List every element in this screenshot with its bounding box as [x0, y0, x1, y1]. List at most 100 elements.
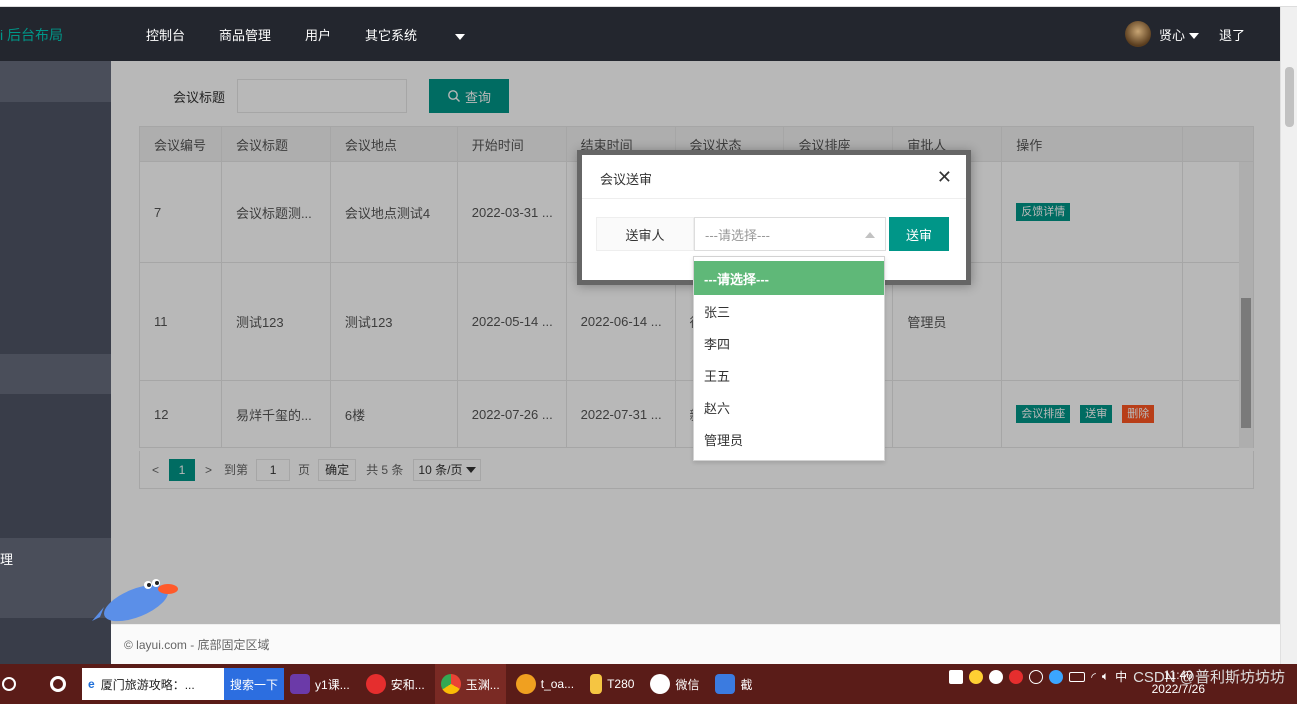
- meeting-title-input[interactable]: [237, 79, 407, 113]
- option-placeholder[interactable]: ---请选择---: [694, 261, 884, 295]
- option-lisi[interactable]: 李四: [694, 327, 884, 359]
- table-scrollbar[interactable]: [1239, 162, 1253, 448]
- page-scrollbar-thumb[interactable]: [1285, 67, 1294, 127]
- taskbar-app[interactable]: t_oa...: [510, 664, 580, 704]
- top-nav: 控制台 商品管理 用户 其它系统: [146, 25, 499, 44]
- nav-users[interactable]: 用户: [305, 25, 331, 44]
- cell-title: 易烊千玺的...: [222, 381, 331, 447]
- nav-console[interactable]: 控制台: [146, 25, 185, 44]
- taskbar-app-label: 安和...: [390, 677, 425, 692]
- option-admin[interactable]: 管理员: [694, 423, 884, 455]
- reviewer-dropdown: ---请选择--- 张三 李四 王五 赵六 管理员: [693, 256, 885, 461]
- search-circle-icon[interactable]: [2, 677, 16, 691]
- cell-start: 2022-05-14 ...: [458, 263, 567, 380]
- sidebar-item-2[interactable]: [0, 354, 111, 394]
- seat-arrangement-button[interactable]: 会议排座: [1016, 405, 1071, 423]
- search-label: 会议标题: [173, 89, 226, 105]
- submit-review-button[interactable]: 送审: [1080, 405, 1113, 423]
- total-count: 共 5 条: [366, 463, 404, 477]
- cell-id: 11: [140, 263, 222, 380]
- cell-place: 测试123: [331, 263, 458, 380]
- col-header: 会议标题: [222, 127, 331, 161]
- cell-title: 会议标题测...: [222, 162, 331, 262]
- clock[interactable]: 11:40 2022/7/26: [1152, 668, 1205, 696]
- reviewer-select[interactable]: ---请选择---: [694, 217, 886, 251]
- reviewer-label: 送审人: [596, 217, 694, 251]
- cell-title: 测试123: [222, 263, 331, 380]
- next-page-button[interactable]: >: [205, 463, 212, 477]
- dialog-title: 会议送审: [600, 172, 653, 187]
- logout-link[interactable]: 退了: [1219, 25, 1245, 44]
- clock-time: 11:40: [1163, 668, 1193, 682]
- cortana-icon[interactable]: [50, 676, 66, 692]
- sidebar: 理: [0, 61, 111, 664]
- shield-icon[interactable]: [949, 669, 964, 684]
- goto-page-input[interactable]: 1: [256, 458, 291, 481]
- query-button-label: 查询: [464, 89, 491, 105]
- submit-review-confirm-button[interactable]: 送审: [889, 217, 949, 251]
- app-logo[interactable]: i 后台布局: [0, 25, 63, 45]
- prev-page-button[interactable]: <: [152, 463, 159, 477]
- app-icon: [515, 674, 536, 694]
- cloud-icon[interactable]: [1029, 669, 1044, 684]
- taskbar-app-label: 厦门旅游攻略：...: [100, 677, 195, 692]
- nav-other-systems-label: 其它系统: [365, 28, 418, 43]
- cell-id: 12: [140, 381, 222, 447]
- avatar[interactable]: [1124, 21, 1151, 47]
- top-header: i 后台布局 控制台 商品管理 用户 其它系统 贤心 退了: [0, 7, 1280, 61]
- taskbar-app[interactable]: 微信: [644, 664, 705, 704]
- col-header-spacer: [1183, 127, 1253, 161]
- query-button[interactable]: 查询: [429, 79, 509, 113]
- battery-icon[interactable]: [1069, 671, 1086, 682]
- user-name[interactable]: 贤心: [1159, 25, 1199, 44]
- taskbar-app-browser[interactable]: e 厦门旅游攻略：...: [82, 668, 224, 700]
- chevron-down-icon: [1188, 33, 1199, 40]
- option-zhaoliu[interactable]: 赵六: [694, 391, 884, 423]
- chevron-up-icon: [865, 232, 875, 238]
- sidebar-item-1[interactable]: [0, 61, 111, 102]
- user-menu[interactable]: 贤心 退了: [1124, 21, 1245, 47]
- nav-product-management[interactable]: 商品管理: [219, 25, 271, 44]
- app-icon: [290, 674, 311, 694]
- page-scrollbar[interactable]: [1280, 7, 1297, 664]
- option-wangwu[interactable]: 王五: [694, 359, 884, 391]
- cell-place: 6楼: [331, 381, 458, 447]
- music-tray-icon[interactable]: [1009, 669, 1024, 684]
- delete-button[interactable]: 删除: [1122, 405, 1155, 423]
- page-size-select[interactable]: 10 条/页: [413, 458, 482, 481]
- taskbar-search-button[interactable]: 搜索一下: [224, 668, 285, 700]
- reviewer-select-value: ---请选择---: [705, 227, 770, 243]
- music-icon: [365, 674, 386, 694]
- feedback-detail-button[interactable]: 反馈详情: [1016, 203, 1071, 221]
- goto-confirm-button[interactable]: 确定: [318, 458, 357, 481]
- goto-label: 到第: [224, 463, 249, 477]
- ime-indicator[interactable]: 中: [1115, 668, 1127, 685]
- table-scrollbar-thumb[interactable]: [1241, 298, 1251, 428]
- option-zhangsan[interactable]: 张三: [694, 295, 884, 327]
- cell-actions: 会议排座 送审 删除: [1002, 381, 1184, 447]
- volume-icon[interactable]: 🔈︎: [1102, 669, 1109, 684]
- current-page[interactable]: 1: [169, 458, 196, 481]
- cell-start: 2022-03-31 ...: [458, 162, 567, 262]
- taskbar-app[interactable]: 玉渊...: [434, 664, 506, 704]
- tray-app-icon[interactable]: [969, 669, 984, 684]
- taskbar-app-label: 微信: [675, 677, 700, 692]
- taskbar-app[interactable]: T280: [584, 664, 640, 704]
- close-icon[interactable]: ✕: [937, 167, 952, 188]
- wechat-tray-icon[interactable]: [989, 669, 1004, 684]
- taskbar-app[interactable]: 安和...: [360, 664, 431, 704]
- search-form: 会议标题 查询: [173, 79, 509, 113]
- nav-other-systems[interactable]: 其它系统: [365, 25, 466, 44]
- bluetooth-icon[interactable]: [1049, 669, 1064, 684]
- cell-id: 7: [140, 162, 222, 262]
- search-icon: [448, 90, 460, 102]
- page-unit-label: 页: [298, 463, 311, 477]
- wifi-icon[interactable]: ◜: [1091, 670, 1096, 684]
- chevron-down-icon: [466, 466, 477, 473]
- chevron-down-icon: [455, 33, 466, 40]
- wechat-icon: [650, 674, 671, 694]
- taskbar-app[interactable]: y1课...: [284, 664, 356, 704]
- col-header: 开始时间: [458, 127, 567, 161]
- taskbar: e 厦门旅游攻略：... 搜索一下 y1课... 安和... 玉渊... t_o…: [0, 664, 1297, 704]
- taskbar-app[interactable]: 截: [709, 664, 758, 704]
